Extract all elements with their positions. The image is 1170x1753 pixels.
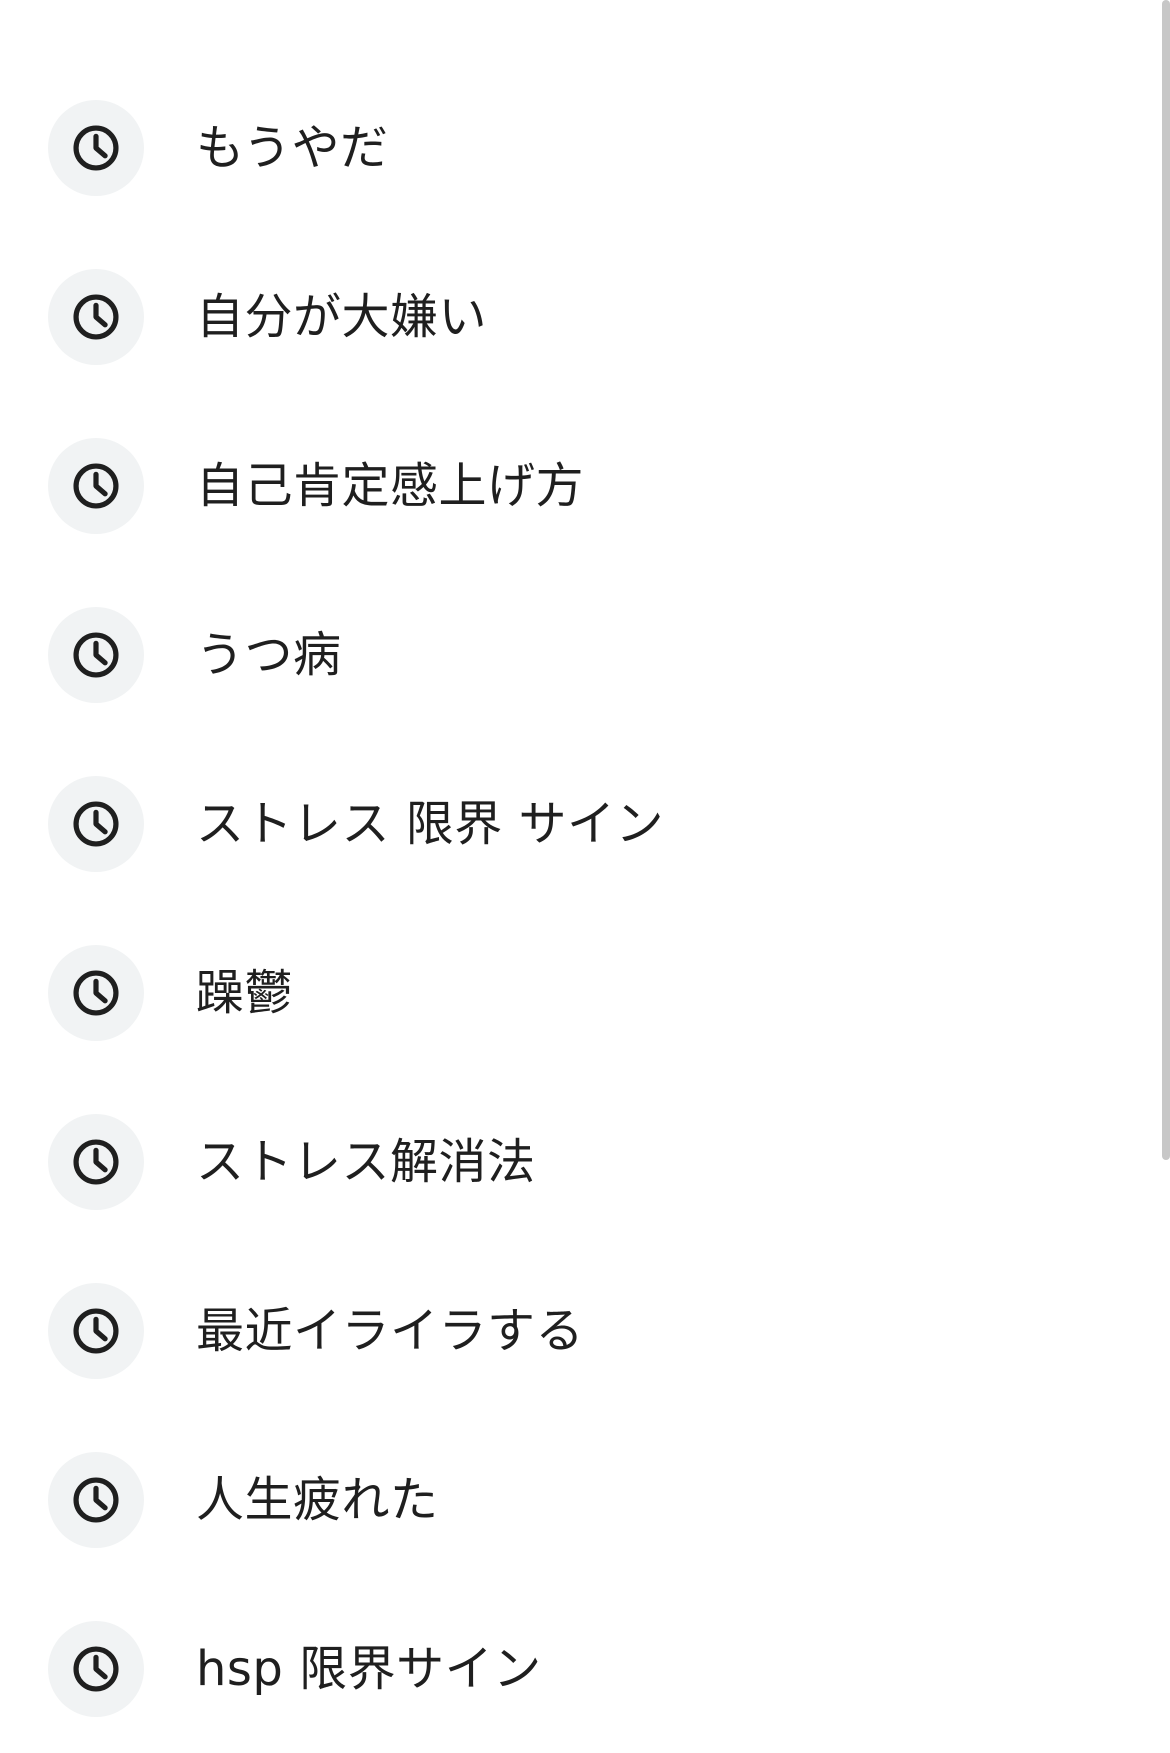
history-item-label: ストレス 限界 サイン xyxy=(196,796,665,852)
history-item-label: 躁鬱 xyxy=(196,965,294,1021)
history-item-label: 自己肯定感上げ方 xyxy=(196,458,585,514)
history-item[interactable]: 最近イライラする xyxy=(0,1283,1150,1379)
clock-icon xyxy=(48,438,144,534)
history-item-label: 人生疲れた xyxy=(196,1472,439,1528)
history-item-label: ストレス解消法 xyxy=(196,1134,536,1190)
history-item-label: hsp 限界サイン xyxy=(196,1641,542,1697)
history-item[interactable]: hsp 限界サイン xyxy=(0,1621,1150,1717)
history-item[interactable]: もうやだ xyxy=(0,100,1150,196)
history-item-label: 最近イライラする xyxy=(196,1303,585,1359)
clock-icon xyxy=(48,776,144,872)
clock-icon xyxy=(48,1452,144,1548)
history-item[interactable]: 躁鬱 xyxy=(0,945,1150,1041)
search-history-list: もうやだ 自分が大嫌い 自己肯定感上げ方 うつ病 ストレス 限界 サイン 躁鬱 xyxy=(0,100,1150,1753)
history-item[interactable]: 人生疲れた xyxy=(0,1452,1150,1548)
clock-icon xyxy=(48,1114,144,1210)
clock-icon xyxy=(48,607,144,703)
scrollbar[interactable] xyxy=(1162,0,1170,1160)
clock-icon xyxy=(48,269,144,365)
history-item[interactable]: うつ病 xyxy=(0,607,1150,703)
history-item-label: うつ病 xyxy=(196,627,342,683)
history-item[interactable]: ストレス解消法 xyxy=(0,1114,1150,1210)
history-item[interactable]: ストレス 限界 サイン xyxy=(0,776,1150,872)
history-item-label: もうやだ xyxy=(196,120,389,176)
history-item[interactable]: 自己肯定感上げ方 xyxy=(0,438,1150,534)
clock-icon xyxy=(48,945,144,1041)
history-item[interactable]: 自分が大嫌い xyxy=(0,269,1150,365)
history-item-label: 自分が大嫌い xyxy=(196,289,488,345)
clock-icon xyxy=(48,1283,144,1379)
clock-icon xyxy=(48,1621,144,1717)
clock-icon xyxy=(48,100,144,196)
